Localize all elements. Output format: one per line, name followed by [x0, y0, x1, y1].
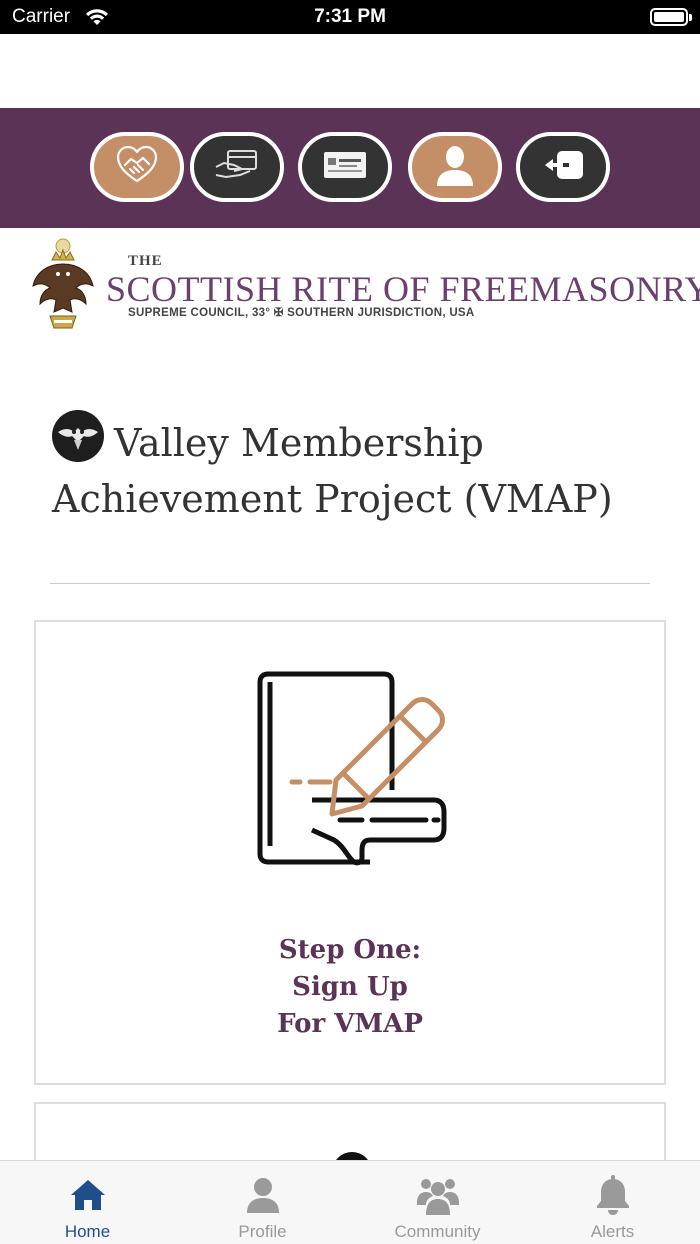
card-title-line: For VMAP — [277, 1009, 423, 1039]
handshake-heart-icon — [115, 145, 159, 190]
card-in-hand-icon — [214, 149, 260, 186]
tab-alerts-label: Alerts — [590, 1222, 635, 1241]
profile-icon — [175, 1175, 350, 1215]
tab-alerts[interactable]: Alerts — [525, 1161, 700, 1244]
owl-emblem-icon — [52, 410, 104, 462]
tab-profile[interactable]: Profile — [175, 1161, 350, 1244]
bottom-tab-bar: Home Profile Community Alerts — [0, 1160, 700, 1244]
person-icon — [435, 144, 475, 191]
battery-icon — [650, 8, 692, 26]
card-title-line: Step One: — [278, 935, 422, 965]
tab-community-label: Community — [394, 1222, 481, 1241]
community-icon — [350, 1175, 525, 1215]
sign-up-document-icon — [252, 670, 452, 875]
quick-actions-toolbar — [0, 108, 700, 228]
status-time: 7:31 PM — [314, 6, 386, 27]
bell-icon — [525, 1175, 700, 1215]
card-title-line: Sign Up — [292, 972, 408, 1002]
handshake-button[interactable] — [90, 132, 184, 202]
tab-community[interactable]: Community — [350, 1161, 525, 1244]
title-divider — [50, 583, 650, 584]
logout-icon — [541, 149, 585, 186]
card-payment-button[interactable] — [190, 132, 284, 202]
logout-button[interactable] — [516, 132, 610, 202]
vmap-step-card[interactable]: Step One: Sign Up For VMAP — [34, 620, 666, 1085]
member-card-button[interactable] — [298, 132, 392, 202]
tab-home[interactable]: Home — [0, 1161, 175, 1244]
double-eagle-emblem-icon — [30, 238, 96, 339]
logo-name: SCOTTISH RITE OF FREEMASONRY — [106, 269, 700, 309]
page-title-text: Valley Membership Achievement Project (V… — [52, 421, 613, 521]
tab-profile-label: Profile — [238, 1222, 287, 1241]
scottish-rite-logo: THE SCOTTISH RITE OF FREEMASONRY SUPREME… — [30, 238, 700, 339]
tab-home-label: Home — [64, 1222, 111, 1241]
card-title: Step One: Sign Up For VMAP — [36, 932, 664, 1043]
profile-button[interactable] — [408, 132, 502, 202]
status-bar: Carrier 7:31 PM — [0, 0, 700, 34]
member-card-icon — [322, 150, 368, 185]
home-icon — [0, 1175, 175, 1215]
page-title: Valley Membership Achievement Project (V… — [52, 410, 632, 527]
logo-subtitle: SUPREME COUNCIL, 33° ✠ SOUTHERN JURISDIC… — [128, 307, 475, 319]
